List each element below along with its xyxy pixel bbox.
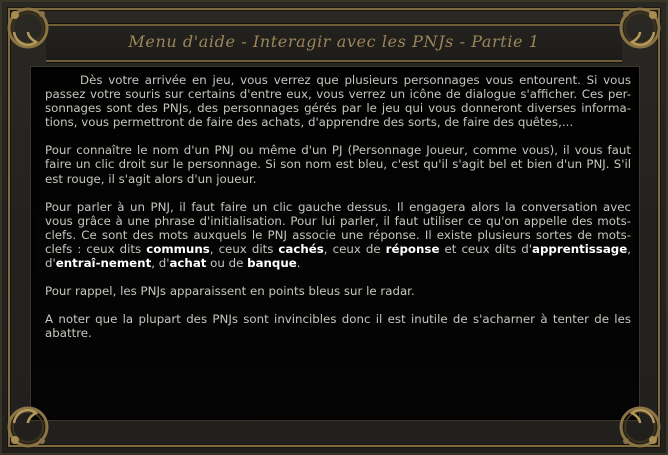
keywords-sep: , d' bbox=[151, 256, 170, 271]
keyword-achat: achat bbox=[169, 256, 207, 271]
keywords-sep: , ceux dits bbox=[209, 241, 279, 256]
window-title: Menu d'aide - Interagir avec les PNJs - … bbox=[128, 32, 540, 51]
paragraph-arrival: Dès votre arrivée en jeu, vous verrez qu… bbox=[45, 73, 631, 130]
keyword-caches: cachés bbox=[278, 241, 324, 256]
paragraph-identify: Pour connaître le nom d'un PNJ ou même d… bbox=[45, 143, 631, 186]
keyword-apprentissage: apprentissage bbox=[532, 241, 628, 256]
paragraph-keywords: Pour parler à un PNJ, il faut faire un c… bbox=[45, 200, 631, 270]
keyword-entrainement: entraî-nement bbox=[55, 256, 152, 271]
keywords-sep: et ceux dits d' bbox=[439, 241, 533, 256]
title-bar: Menu d'aide - Interagir avec les PNJs - … bbox=[46, 24, 622, 62]
keywords-sep: , ceux de bbox=[323, 241, 386, 256]
keywords-sep: ou de bbox=[206, 256, 248, 271]
paragraph-invincible: A noter que la plupart des PNJs sont inv… bbox=[45, 312, 631, 341]
keyword-communs: communs bbox=[146, 241, 210, 256]
keywords-sep: . bbox=[296, 256, 301, 271]
keyword-reponse: réponse bbox=[385, 241, 440, 256]
help-content-panel: Dès votre arrivée en jeu, vous verrez qu… bbox=[30, 66, 640, 421]
keyword-banque: banque bbox=[247, 256, 297, 271]
help-window: Menu d'aide - Interagir avec les PNJs - … bbox=[0, 0, 668, 455]
paragraph-radar: Pour rappel, les PNJs apparaissent en po… bbox=[45, 284, 415, 299]
help-text: Dès votre arrivée en jeu, vous verrez qu… bbox=[45, 73, 631, 354]
